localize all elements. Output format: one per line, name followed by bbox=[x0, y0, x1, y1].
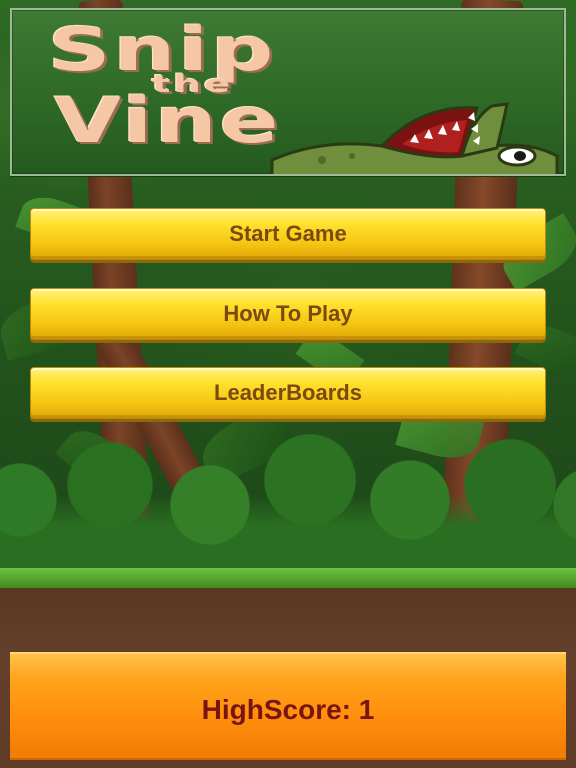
highscore-label: HighScore: 1 bbox=[201, 694, 375, 725]
title-vine: Vine bbox=[54, 84, 282, 157]
grass-strip bbox=[0, 568, 576, 590]
title-banner: Snip the Vine bbox=[10, 8, 566, 176]
foreground-bushes bbox=[0, 430, 576, 590]
crocodile-icon bbox=[270, 102, 559, 174]
start-game-button[interactable]: Start Game bbox=[30, 208, 546, 260]
how-to-play-button[interactable]: How To Play bbox=[30, 288, 546, 340]
leaderboards-button[interactable]: LeaderBoards bbox=[30, 367, 546, 419]
highscore-panel: HighScore: 1 bbox=[10, 652, 566, 760]
